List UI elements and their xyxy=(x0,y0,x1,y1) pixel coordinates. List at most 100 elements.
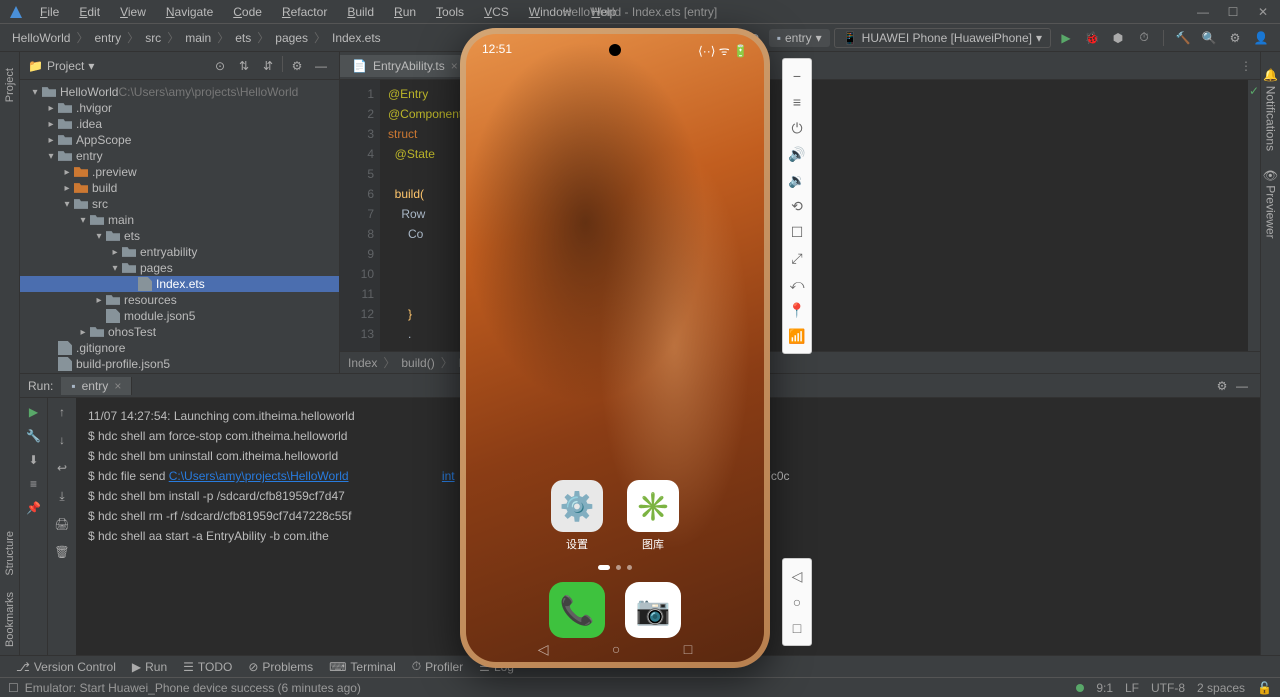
breadcrumb-item[interactable]: pages xyxy=(271,31,312,45)
phone-home-button[interactable]: ○ xyxy=(612,641,620,658)
breadcrumb-item[interactable]: main xyxy=(181,31,215,45)
coverage-button[interactable]: ⬢ xyxy=(1107,27,1129,49)
expand-arrow-icon[interactable]: ▾ xyxy=(92,231,106,242)
emu-nav-button[interactable]: □ xyxy=(784,615,810,641)
project-tool-button[interactable]: Project xyxy=(4,60,16,110)
account-button[interactable]: 👤 xyxy=(1250,27,1272,49)
rerun-button[interactable]: ▶ xyxy=(24,402,44,422)
tree-node--hvigor[interactable]: ▸.hvigor xyxy=(20,100,339,116)
pin-button[interactable]: 📌 xyxy=(24,498,44,518)
structure-tool-button[interactable]: Structure xyxy=(4,523,16,584)
run-hide-button[interactable]: — xyxy=(1232,376,1252,396)
emu-control-button[interactable]: ⟲ xyxy=(784,193,810,219)
expand-arrow-icon[interactable]: ▸ xyxy=(108,247,122,258)
tree-node--gitignore[interactable]: .gitignore xyxy=(20,340,339,356)
expand-arrow-icon[interactable]: ▾ xyxy=(108,263,122,274)
close-icon[interactable]: × xyxy=(451,59,458,73)
bottom-tab-problems[interactable]: ⊘Problems xyxy=(240,660,321,674)
phone-back-button[interactable]: ◁ xyxy=(538,641,549,658)
tree-node-index-ets[interactable]: Index.ets xyxy=(20,276,339,292)
dock-app[interactable]: 📷 xyxy=(625,582,681,638)
bookmarks-tool-button[interactable]: Bookmarks xyxy=(4,584,16,655)
expand-arrow-icon[interactable]: ▸ xyxy=(60,167,74,178)
phone-screen[interactable]: 12:51 ⟨··⟩ ᯤ 🔋 ⚙️设置✳️图库 📞📷 ◁ ○ □ xyxy=(466,34,764,662)
tree-node-build-profile-json5[interactable]: build-profile.json5 xyxy=(20,356,339,372)
editor-crumb-item[interactable]: build() xyxy=(401,356,434,370)
emu-control-button[interactable]: ≡ xyxy=(784,89,810,115)
breadcrumb-item[interactable]: ets xyxy=(231,31,255,45)
menu-build[interactable]: Build xyxy=(339,3,382,21)
phone-recent-button[interactable]: □ xyxy=(684,641,692,658)
cursor-position[interactable]: 9:1 xyxy=(1096,681,1113,695)
tree-node-entryability[interactable]: ▸entryability xyxy=(20,244,339,260)
menu-navigate[interactable]: Navigate xyxy=(158,3,221,21)
emu-control-button[interactable]: 🔊 xyxy=(784,141,810,167)
emu-control-button[interactable]: − xyxy=(784,63,810,89)
bottom-tab-terminal[interactable]: ⌨Terminal xyxy=(321,660,404,674)
wrap-button[interactable]: ↩ xyxy=(52,458,72,478)
indent-setting[interactable]: 2 spaces xyxy=(1197,681,1245,695)
expand-arrow-icon[interactable]: ▸ xyxy=(60,183,74,194)
close-icon[interactable]: × xyxy=(114,379,121,393)
tree-node--preview[interactable]: ▸.preview xyxy=(20,164,339,180)
profile-button[interactable]: ⏱ xyxy=(1133,27,1155,49)
emu-nav-button[interactable]: ◁ xyxy=(784,563,810,589)
console-link[interactable]: int xyxy=(442,469,455,483)
emulator-window[interactable]: 12:51 ⟨··⟩ ᯤ 🔋 ⚙️设置✳️图库 📞📷 ◁ ○ □ xyxy=(460,28,770,668)
build-button[interactable]: 🔨 xyxy=(1172,27,1194,49)
expand-arrow-icon[interactable]: ▾ xyxy=(44,151,58,162)
panel-settings-button[interactable]: ⚙ xyxy=(287,56,307,76)
phone-app-设置[interactable]: ⚙️设置 xyxy=(551,480,603,552)
module-selector[interactable]: ▪ entry ▾ xyxy=(769,29,830,47)
tree-node-helloworld[interactable]: ▾HelloWorld C:\Users\amy\projects\HelloW… xyxy=(20,84,339,100)
tree-node-ohostest[interactable]: ▸ohosTest xyxy=(20,324,339,340)
run-tab[interactable]: ▪ entry × xyxy=(61,377,132,395)
expand-arrow-icon[interactable]: ▾ xyxy=(28,87,42,98)
menu-view[interactable]: View xyxy=(112,3,154,21)
menu-file[interactable]: File xyxy=(32,3,67,21)
expand-arrow-icon[interactable]: ▸ xyxy=(44,135,58,146)
minimize-button[interactable]: — xyxy=(1194,3,1212,21)
tree-node-resources[interactable]: ▸resources xyxy=(20,292,339,308)
run-settings-button[interactable]: ⚙ xyxy=(1212,376,1232,396)
bottom-tab-version-control[interactable]: ⎇Version Control xyxy=(8,660,124,674)
expand-arrow-icon[interactable]: ▸ xyxy=(76,327,90,338)
locate-button[interactable]: ⊙ xyxy=(210,56,230,76)
line-ending[interactable]: LF xyxy=(1125,681,1139,695)
tabs-more-button[interactable]: ⋮ xyxy=(1232,59,1260,73)
phone-app-图库[interactable]: ✳️图库 xyxy=(627,480,679,552)
project-view-selector[interactable]: 📁 Project ▾ xyxy=(28,59,94,73)
filter-button[interactable]: ≡ xyxy=(24,474,44,494)
search-button[interactable]: 🔍 xyxy=(1198,27,1220,49)
emu-control-button[interactable]: ⏻ xyxy=(784,115,810,141)
file-encoding[interactable]: UTF-8 xyxy=(1151,681,1185,695)
tree-node-build[interactable]: ▸build xyxy=(20,180,339,196)
menu-tools[interactable]: Tools xyxy=(428,3,472,21)
expand-arrow-icon[interactable]: ▸ xyxy=(44,103,58,114)
console-link[interactable]: C:\Users\amy\projects\HelloWorld xyxy=(169,469,349,483)
editor-tab[interactable]: 📄EntryAbility.ts× xyxy=(340,55,471,77)
down-button[interactable]: ↓ xyxy=(52,430,72,450)
stop-button[interactable]: 🔧 xyxy=(24,426,44,446)
menu-edit[interactable]: Edit xyxy=(71,3,108,21)
dock-app[interactable]: 📞 xyxy=(549,582,605,638)
tree-node-entry[interactable]: ▾entry xyxy=(20,148,339,164)
tree-node-appscope[interactable]: ▸AppScope xyxy=(20,132,339,148)
breadcrumb-item[interactable]: Index.ets xyxy=(328,31,385,45)
breadcrumb-item[interactable]: entry xyxy=(90,31,125,45)
tree-node-ets[interactable]: ▾ets xyxy=(20,228,339,244)
editor-crumb-item[interactable]: Index xyxy=(348,356,377,370)
emu-control-button[interactable]: ☐ xyxy=(784,219,810,245)
exit-button[interactable]: ⬇ xyxy=(24,450,44,470)
emu-control-button[interactable]: 📶 xyxy=(784,323,810,349)
breadcrumb-item[interactable]: HelloWorld xyxy=(8,31,74,45)
expand-arrow-icon[interactable]: ▸ xyxy=(44,119,58,130)
settings-button[interactable]: ⚙ xyxy=(1224,27,1246,49)
bottom-tab-run[interactable]: ▶Run xyxy=(124,660,175,674)
close-button[interactable]: ✕ xyxy=(1254,3,1272,21)
tree-node--idea[interactable]: ▸.idea xyxy=(20,116,339,132)
emu-nav-button[interactable]: ○ xyxy=(784,589,810,615)
debug-button[interactable]: 🐞 xyxy=(1081,27,1103,49)
clear-button[interactable]: 🗑 xyxy=(52,542,72,562)
previewer-tool-button[interactable]: 👁 Previewer xyxy=(1264,159,1278,247)
